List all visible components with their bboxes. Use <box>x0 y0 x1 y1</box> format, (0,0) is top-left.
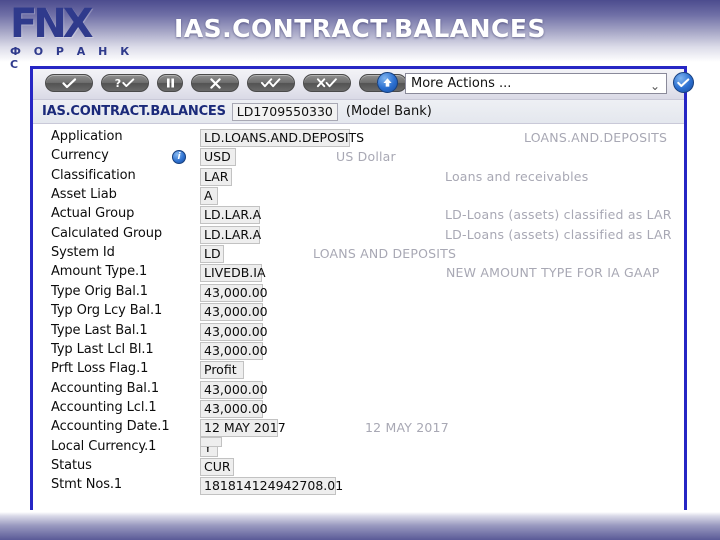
field-label: Accounting Lcl.1 <box>51 399 157 415</box>
field-value-input[interactable]: 43,000.00 <box>200 322 268 341</box>
form-row: Asset Liab A <box>33 187 684 206</box>
field-description: LD-Loans (assets) classified as LAR <box>445 226 672 242</box>
field-label: Local Currency.1 <box>51 438 157 454</box>
check-icon <box>61 77 76 88</box>
field-value-input[interactable]: 181814124942708.01 <box>200 477 343 496</box>
cross-icon <box>209 77 221 89</box>
field-label: Status <box>51 457 92 473</box>
field-value-input[interactable]: CUR <box>200 457 234 476</box>
form-row: Typ Org Lcy Bal.1 43,000.00 <box>33 303 684 322</box>
authorise-button[interactable] <box>247 74 295 92</box>
partial-field-box <box>200 437 222 447</box>
record-application-name: IAS.CONTRACT.BALANCES <box>42 104 226 119</box>
field-label: Currency <box>51 148 109 164</box>
record-id-field[interactable]: LD1709550330 <box>231 102 338 121</box>
field-label: Stmt Nos.1 <box>51 477 123 493</box>
commit-button[interactable] <box>45 74 93 92</box>
field-label: Accounting Bal.1 <box>51 380 160 396</box>
field-label: Application <box>51 129 123 144</box>
form-row: Actual Group LD.LAR.A LD-Loans (assets) cl… <box>33 206 684 225</box>
form-row: Accounting Lcl.1 43,000.00 <box>33 399 684 419</box>
form-row: Type Last Bal.1 43,000.00 <box>33 322 684 342</box>
field-value-input[interactable]: 12 MAY 2017 <box>200 419 286 438</box>
field-description: NEW AMOUNT TYPE FOR IA GAAP <box>446 265 660 281</box>
question-mark-glyph: ? <box>114 76 122 90</box>
form-row: Typ Last Lcl Bl.1 43,000.00 <box>33 341 684 361</box>
field-description: LOANS.AND.DEPOSITS <box>524 130 668 145</box>
page-title: IAS.CONTRACT.BALANCES <box>174 14 546 43</box>
field-label: Prft Loss Flag.1 <box>51 361 149 377</box>
field-label: Type Last Bal.1 <box>51 322 148 338</box>
field-value-input[interactable]: 43,000.00 <box>200 303 268 322</box>
field-label: Accounting Date.1 <box>51 419 170 435</box>
form-row: Status CUR <box>33 457 684 477</box>
field-description: Loans and receivables <box>445 168 589 184</box>
field-value-input[interactable]: LAR <box>200 167 232 186</box>
form-row: Stmt Nos.1 181814124942708.01 <box>33 477 684 496</box>
top-banner: FNX Ф О Р А Н К С IAS.CONTRACT.BALANCES <box>0 0 720 71</box>
field-value-input[interactable]: Profit <box>200 361 244 380</box>
field-label: Asset Liab <box>51 187 117 203</box>
field-value-input[interactable]: LD.LOANS.AND.DEPOSITS <box>200 129 364 147</box>
hold-button[interactable] <box>157 74 183 92</box>
field-value-input[interactable]: 43,000.00 <box>200 283 268 302</box>
form-row: Application LD.LOANS.AND.DEPOSITS LOANS.AN… <box>33 129 684 148</box>
confirm-button[interactable] <box>673 72 694 93</box>
form-row: Accounting Date.1 12 MAY 2017 12 MAY 2017 <box>33 419 684 438</box>
field-value-input[interactable]: LIVEDB.IA <box>200 264 266 283</box>
form-body: Application LD.LOANS.AND.DEPOSITS LOANS.AN… <box>33 124 684 512</box>
field-description: LOANS AND DEPOSITS <box>313 246 457 262</box>
field-description: US Dollar <box>336 149 396 165</box>
field-value-input[interactable]: LD.LAR.A <box>200 206 261 225</box>
toolbar: ? More Actions ... ⌄ <box>33 69 694 100</box>
field-label: System Id <box>51 245 115 261</box>
pause-icon <box>166 78 174 88</box>
application-frame: ? More Actions ... ⌄ IAS.CONTRACT.BALANC… <box>30 66 694 512</box>
form-row: Type Orig Bal.1 43,000.00 <box>33 283 684 303</box>
field-label: Typ Org Lcy Bal.1 <box>51 303 163 319</box>
more-actions-select[interactable]: More Actions ... ⌄ <box>405 73 667 94</box>
double-check-icon <box>260 78 281 88</box>
record-bar: IAS.CONTRACT.BALANCES LD1709550330 (Mode… <box>33 100 684 124</box>
field-description: LD-Loans (assets) classified as LAR <box>445 207 672 223</box>
field-label: Calculated Group <box>51 225 163 241</box>
cross-check-icon <box>316 78 337 88</box>
field-value-input[interactable]: 43,000.00 <box>200 341 268 360</box>
check-circle-icon <box>677 77 690 87</box>
form-row: Currency i USD US Dollar <box>33 148 684 167</box>
bottom-band <box>0 512 720 540</box>
field-label: Typ Last Lcl Bl.1 <box>51 341 154 357</box>
up-arrow-icon <box>383 78 392 87</box>
form-row: Local Currency.1 Y <box>33 438 684 458</box>
field-description: 12 MAY 2017 <box>365 420 449 436</box>
field-value-input[interactable]: 43,000.00 <box>200 399 268 418</box>
field-label: Type Orig Bal.1 <box>51 283 148 299</box>
field-value-input[interactable]: USD <box>200 148 236 167</box>
field-value-input[interactable]: LD.LAR.A <box>200 225 261 244</box>
form-row: System Id LD LOANS AND DEPOSITS <box>33 245 684 264</box>
validate-button[interactable]: ? <box>101 74 149 92</box>
up-arrow-button[interactable] <box>377 72 398 93</box>
field-label: Classification <box>51 167 136 183</box>
field-value-input[interactable]: 43,000.00 <box>200 380 268 399</box>
form-row: Calculated Group LD.LAR.A LD-Loans (assets… <box>33 225 684 245</box>
more-actions-label: More Actions ... <box>411 76 512 91</box>
info-icon[interactable]: i <box>172 150 186 165</box>
check-icon <box>122 78 135 87</box>
field-value-input[interactable]: LD <box>200 245 224 264</box>
field-label: Actual Group <box>51 206 135 222</box>
chevron-down-icon: ⌄ <box>649 79 660 93</box>
field-value-input[interactable]: A <box>200 187 218 206</box>
form-row: Amount Type.1 LIVEDB.IA NEW AMOUNT TYPE FO… <box>33 264 684 283</box>
field-label: Amount Type.1 <box>51 264 148 280</box>
form-row: Accounting Bal.1 43,000.00 <box>33 380 684 400</box>
delete-button[interactable] <box>191 74 239 92</box>
record-company-label: (Model Bank) <box>345 104 432 119</box>
form-row: Classification LAR Loans and receivables <box>33 167 684 187</box>
form-row: Prft Loss Flag.1 Profit <box>33 361 684 380</box>
reject-button[interactable] <box>303 74 351 92</box>
